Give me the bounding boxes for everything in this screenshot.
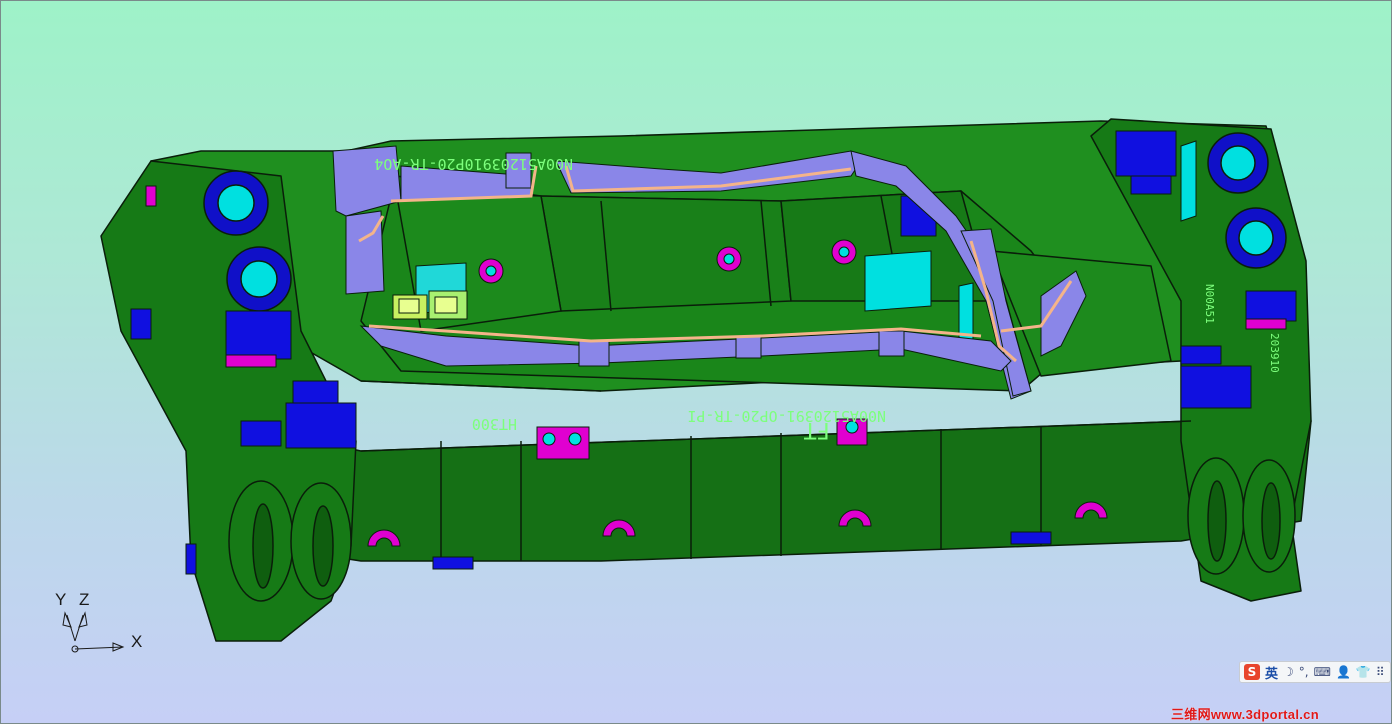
watermark: 三维网www.3dportal.cn [1171,707,1319,722]
ime-toolbar[interactable]: S 英 ☽ °, ⌨ 👤 👕 ⠿ [1239,661,1391,683]
coordinate-triad: Y Z X [55,590,142,653]
cad-viewport[interactable]: N00A51203910P20-TR-AO4 N00A5120391-OP20-… [0,0,1392,724]
engraving-right-side-2: 203910 [1268,333,1281,373]
triad-x-label: X [131,632,142,651]
triad-y-label: Y [55,590,66,609]
engraving-ht300: HT300 [472,415,517,433]
triad-y-axis [66,614,76,642]
menu-grid-icon[interactable]: ⠿ [1376,665,1385,679]
triad-z-label: Z [79,590,89,609]
skin-icon[interactable]: 👕 [1356,665,1371,679]
engraving-part-number: N00A5120391-OP20-TR-PI [687,407,886,425]
fixture-3d-model[interactable]: N00A51203910P20-TR-AO4 N00A5120391-OP20-… [1,1,1392,725]
language-toggle[interactable]: 英 [1265,663,1278,682]
sogou-logo-icon[interactable]: S [1244,664,1260,680]
moon-icon[interactable]: ☽ [1283,665,1294,679]
engraving-top-back: N00A51203910P20-TR-AO4 [374,155,573,173]
triad-x-axis [74,646,124,650]
engraving-right-side-1: N00A51 [1203,284,1216,324]
triad-z-axis [74,614,84,642]
engraving-logo: FT [804,417,831,442]
user-icon[interactable]: 👤 [1336,665,1351,679]
keyboard-icon[interactable]: ⌨ [1314,665,1331,679]
punctuation-icon[interactable]: °, [1299,665,1309,679]
light-green-pads [392,290,468,320]
